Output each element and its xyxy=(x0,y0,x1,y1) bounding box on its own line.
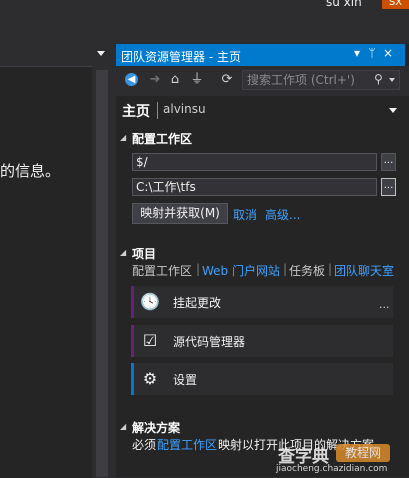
team-explorer-panel xyxy=(116,44,409,477)
back-button[interactable]: ◀ xyxy=(123,71,141,89)
source-control-explorer-card[interactable]: ☑ 源代码管理器 xyxy=(131,325,393,357)
solutions-configure-workspace-link[interactable]: 配置工作区 xyxy=(157,436,217,453)
link-separator: | xyxy=(196,262,201,276)
forward-icon[interactable]: ➜ xyxy=(146,71,164,89)
pending-changes-card[interactable]: 🕓 挂起更改 ... xyxy=(131,286,393,318)
browse-local-button[interactable]: ... xyxy=(381,178,396,196)
link-separator: | xyxy=(283,262,288,276)
home-icon[interactable]: ⌂ xyxy=(166,71,184,89)
page-user: alvinsu xyxy=(163,102,206,116)
clock-icon: 🕓 xyxy=(140,292,160,311)
collapse-arrow-icon[interactable]: ◢ xyxy=(120,133,126,142)
left-editor-pane xyxy=(0,66,92,478)
card-label: 设置 xyxy=(173,373,198,387)
refresh-icon[interactable]: ⟳ xyxy=(218,71,236,89)
watermark-url: jiaocheng.chazidian.com xyxy=(276,464,388,474)
project-link-task-board[interactable]: 任务板 xyxy=(289,262,325,279)
solutions-text-before: 必须 xyxy=(132,438,157,452)
card-label: 源代码管理器 xyxy=(173,335,246,349)
gear-icon: ⚙ xyxy=(142,369,158,388)
project-link-web-portal[interactable]: Web 门户网站 xyxy=(202,262,280,279)
plug-icon[interactable]: ⏚ xyxy=(188,71,206,89)
project-link-configure-workspace[interactable]: 配置工作区 xyxy=(132,262,192,279)
close-icon[interactable]: × xyxy=(381,46,395,60)
solutions-heading[interactable]: 解决方案 xyxy=(132,419,180,436)
left-scrollbar[interactable] xyxy=(96,70,108,477)
advanced-link[interactable]: 高级... xyxy=(265,206,300,223)
window-dropdown-icon[interactable]: ▾ xyxy=(350,46,364,60)
search-icon[interactable]: ⚲ xyxy=(374,72,383,86)
link-separator: | xyxy=(328,262,333,276)
left-info-text: 的信息。 xyxy=(0,162,61,180)
project-heading[interactable]: 项目 xyxy=(132,245,156,262)
card-accent-bar xyxy=(131,325,134,357)
page-dropdown-icon[interactable] xyxy=(389,108,397,113)
project-link-team-room[interactable]: 团队聊天室 xyxy=(334,262,394,279)
collapse-arrow-icon[interactable]: ◢ xyxy=(120,248,126,257)
server-path-field[interactable]: $/ xyxy=(132,153,377,171)
search-dropdown-icon[interactable] xyxy=(389,78,395,82)
card-accent-bar xyxy=(131,363,134,395)
watermark-badge: 教程网 xyxy=(336,444,390,462)
user-name[interactable]: su xin xyxy=(326,0,362,9)
local-path-field[interactable]: C:\工作\tfs xyxy=(132,178,377,196)
search-box[interactable]: ⚲ xyxy=(242,70,400,90)
card-label: 挂起更改 xyxy=(173,296,222,310)
browse-server-button[interactable]: ... xyxy=(381,153,396,171)
configure-workspace-heading[interactable]: 配置工作区 xyxy=(132,130,192,147)
watermark: 查字典 教程网 jiaocheng.chazidian.com xyxy=(276,440,409,477)
title-separator xyxy=(157,102,158,119)
cancel-link[interactable]: 取消 xyxy=(233,206,257,223)
collapse-arrow-icon[interactable]: ◢ xyxy=(120,422,126,431)
settings-card[interactable]: ⚙ 设置 xyxy=(131,363,393,395)
tab-dropdown-icon[interactable] xyxy=(97,51,105,56)
user-avatar-badge[interactable]: SX xyxy=(382,0,409,9)
page-title[interactable]: 主页 xyxy=(122,101,150,121)
map-and-get-button[interactable]: 映射并获取(M) xyxy=(132,203,228,224)
source-control-icon: ☑ xyxy=(142,331,158,350)
more-options-icon[interactable]: ... xyxy=(379,298,390,311)
team-explorer-scrollbar[interactable] xyxy=(400,96,409,477)
team-explorer-title: 团队资源管理器 - 主页 xyxy=(121,50,241,64)
search-input[interactable] xyxy=(247,72,365,88)
back-icon: ◀ xyxy=(125,73,138,86)
card-accent-bar xyxy=(131,286,134,318)
pin-icon[interactable]: ᛘ xyxy=(365,46,379,60)
